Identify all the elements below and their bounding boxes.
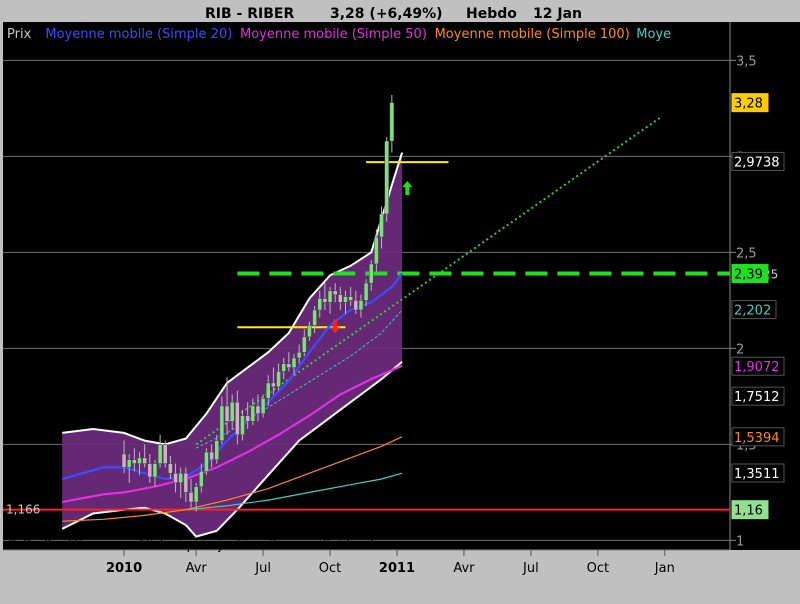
chart-root: RIB - RIBER 3,28 (+6,49%) Hebdo 12 Jan P… <box>0 0 800 600</box>
x-tick-label: Jul <box>522 561 539 576</box>
y-tick-label: 2,5 <box>736 246 757 261</box>
candle-body <box>266 382 271 399</box>
legend-item: Moyenne mobile (Simple 50) <box>240 27 427 42</box>
title-period: Hebdo <box>466 6 517 22</box>
y-tick-label: 2 <box>736 342 744 357</box>
candle-body <box>343 296 348 303</box>
footer-copyright: © ProRealTime.com Historique ajusté suit… <box>6 538 389 553</box>
candle-body <box>302 336 307 353</box>
annotation-label: 1,166 <box>6 503 40 517</box>
candle-body <box>286 363 292 368</box>
legend-item: Moye <box>636 27 671 42</box>
candle-body <box>250 405 256 422</box>
candle-body <box>229 401 235 422</box>
candle-body <box>147 463 153 478</box>
candle-body <box>348 296 353 301</box>
y-tick-label: 1 <box>736 534 744 549</box>
candle-body <box>327 290 333 303</box>
candle-body <box>296 351 302 359</box>
candle-body <box>255 405 261 414</box>
candle-body <box>271 382 276 388</box>
candle-body <box>152 463 158 478</box>
y-tick-label: 3,5 <box>736 54 757 69</box>
price-label: 1,16 <box>734 504 763 519</box>
candle-body <box>369 263 374 284</box>
candle-body <box>214 440 219 461</box>
legend-item: Moyenne mobile (Simple 20) <box>45 27 232 42</box>
legend: Prix Moyenne mobile (Simple 20) Moyenne mo… <box>7 27 671 42</box>
title-symbol: RIB - RIBER <box>205 6 294 22</box>
candle-body <box>358 300 364 311</box>
price-label: 1,7512 <box>734 390 780 405</box>
candle-body <box>163 444 168 464</box>
price-label: 2,39 <box>734 268 763 283</box>
candle-body <box>188 492 194 503</box>
candle-body <box>384 140 389 215</box>
x-tick-label: Jan <box>654 561 675 576</box>
candle-body <box>291 357 297 368</box>
x-tick-label: 2011 <box>379 561 415 576</box>
x-tick-label: Avr <box>186 561 208 576</box>
candle-body <box>219 405 225 441</box>
price-label: 1,3511 <box>734 467 780 482</box>
candle-body <box>240 415 245 436</box>
price-label: 1,5394 <box>734 431 780 446</box>
price-label: 1,9072 <box>734 360 780 375</box>
candle-body <box>332 290 338 295</box>
candle-body <box>173 472 178 484</box>
candle-body <box>142 457 147 464</box>
x-tick-label: Oct <box>319 561 341 576</box>
candle-body <box>132 459 137 464</box>
candle-body <box>168 463 173 474</box>
candle-body <box>353 300 359 311</box>
candle-body <box>281 363 286 372</box>
candle-body <box>322 298 328 303</box>
candle-body <box>204 451 209 472</box>
title-date: 12 Jan <box>533 6 582 22</box>
candle-body <box>126 459 132 468</box>
legend-item: Moyenne mobile (Simple 100) <box>435 27 630 42</box>
candle-body <box>317 298 322 311</box>
legend-item: Prix <box>7 27 32 42</box>
title-price-change: 3,28 (+6,49%) <box>330 6 443 22</box>
candle-body <box>209 451 214 461</box>
candle-body <box>199 471 204 487</box>
candle-body <box>193 486 199 503</box>
candle-body <box>312 309 317 326</box>
candle-body <box>363 282 369 301</box>
chart-svg: RIB - RIBER 3,28 (+6,49%) Hebdo 12 Jan P… <box>0 0 800 600</box>
candle-body <box>183 472 189 493</box>
candle-body <box>389 102 395 142</box>
x-tick-label: Jul <box>254 561 271 576</box>
x-tick-label: Oct <box>587 561 609 576</box>
price-label: 2,202 <box>734 304 771 319</box>
candle-body <box>260 398 266 414</box>
price-label: 2,9738 <box>734 155 780 170</box>
candle-body <box>157 444 163 464</box>
candle-body <box>307 325 312 338</box>
candle-body <box>137 457 142 464</box>
candle-body <box>276 371 281 388</box>
candle-body <box>245 415 250 422</box>
x-tick-label: Avr <box>453 561 475 576</box>
candle-body <box>121 453 127 468</box>
candle-body <box>235 401 240 436</box>
price-label: 3,28 <box>734 97 763 112</box>
candle-body <box>374 236 379 265</box>
candle-body <box>224 405 230 422</box>
x-tick-label: 2010 <box>106 561 142 576</box>
candle-body <box>338 294 343 303</box>
candle-body <box>178 472 183 484</box>
candle-body <box>379 213 384 238</box>
